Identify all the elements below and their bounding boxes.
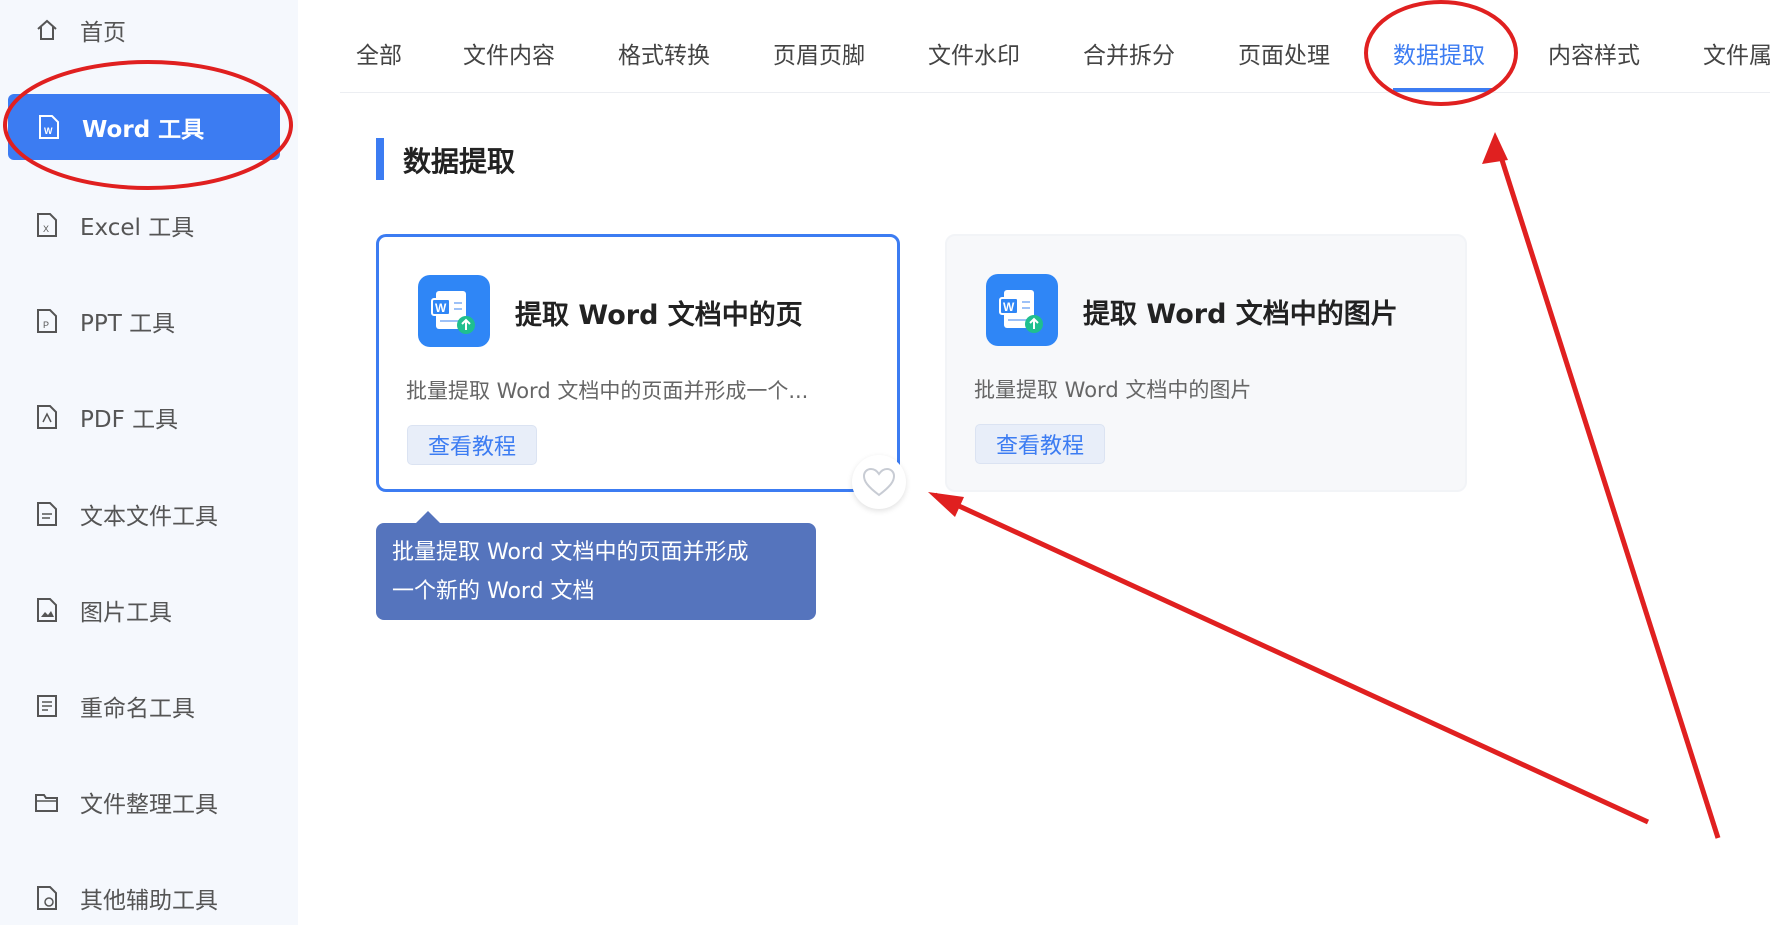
tab-file-content[interactable]: 文件内容 — [463, 36, 555, 70]
section-accent-bar — [376, 138, 384, 180]
tab-all[interactable]: 全部 — [356, 36, 402, 70]
svg-text:P: P — [43, 320, 49, 330]
sidebar-item-label: PPT 工具 — [80, 311, 176, 337]
sidebar-item-organize[interactable]: 文件整理工具 — [34, 782, 218, 822]
svg-text:W: W — [435, 301, 447, 315]
sidebar-item-ppt[interactable]: P PPT 工具 — [34, 301, 175, 341]
card-description: 批量提取 Word 文档中的图片 — [974, 378, 1252, 402]
card-description: 批量提取 Word 文档中的页面并形成一个... — [406, 379, 809, 403]
annotation-arrow-line — [933, 492, 1650, 825]
section-title: 数据提取 — [403, 145, 516, 178]
tooltip-line: 一个新的 Word 文档 — [392, 579, 595, 604]
tab-merge-split[interactable]: 合并拆分 — [1083, 36, 1175, 70]
image-file-icon — [34, 597, 60, 623]
svg-text:W: W — [44, 126, 53, 136]
sidebar: 首页 W Word 工具 X Excel 工具 P PPT 工具 PDF 工具 … — [0, 0, 298, 925]
view-tutorial-button[interactable]: 查看教程 — [407, 425, 537, 465]
tool-card-extract-pages[interactable]: W 提取 Word 文档中的页 批量提取 Word 文档中的页面并形成一个...… — [376, 234, 900, 492]
text-file-icon — [34, 501, 60, 527]
tab-content-style[interactable]: 内容样式 — [1548, 36, 1640, 70]
other-tools-icon — [34, 885, 60, 911]
tab-file-properties[interactable]: 文件属 — [1703, 36, 1770, 70]
home-icon — [34, 17, 60, 43]
word-extract-icon: W — [418, 275, 490, 347]
sidebar-item-label: PDF 工具 — [80, 407, 179, 433]
view-tutorial-button[interactable]: 查看教程 — [975, 424, 1105, 464]
svg-text:X: X — [43, 224, 49, 234]
tab-page-process[interactable]: 页面处理 — [1238, 36, 1330, 70]
favorite-heart-icon[interactable] — [852, 455, 906, 509]
sidebar-item-excel[interactable]: X Excel 工具 — [34, 205, 194, 245]
pdf-file-icon — [34, 404, 60, 430]
excel-file-icon: X — [34, 212, 60, 238]
sidebar-item-pdf[interactable]: PDF 工具 — [34, 397, 178, 437]
annotation-arrow-line — [1492, 137, 1721, 839]
tool-card-extract-images[interactable]: W 提取 Word 文档中的图片 批量提取 Word 文档中的图片 查看教程 — [945, 234, 1467, 492]
card-title: 提取 Word 文档中的页 — [515, 300, 803, 331]
sidebar-item-label: Word 工具 — [82, 117, 205, 143]
sidebar-item-label: 其他辅助工具 — [80, 888, 218, 914]
sidebar-item-home[interactable]: 首页 — [34, 10, 126, 50]
sidebar-item-other[interactable]: 其他辅助工具 — [34, 878, 218, 918]
sidebar-item-rename[interactable]: 重命名工具 — [34, 686, 195, 726]
rename-icon — [34, 693, 60, 719]
annotation-arrowhead — [928, 492, 964, 517]
active-tab-indicator — [1393, 88, 1493, 92]
svg-text:W: W — [1003, 300, 1015, 314]
tab-format-convert[interactable]: 格式转换 — [618, 36, 710, 70]
sidebar-item-label: 重命名工具 — [80, 696, 195, 722]
folder-icon — [34, 789, 60, 815]
sidebar-item-image[interactable]: 图片工具 — [34, 590, 172, 630]
ppt-file-icon: P — [34, 308, 60, 334]
sidebar-item-label: 首页 — [80, 20, 126, 46]
card-tooltip: 批量提取 Word 文档中的页面并形成 一个新的 Word 文档 — [376, 511, 816, 620]
sidebar-item-text[interactable]: 文本文件工具 — [34, 494, 218, 534]
sidebar-item-label: 图片工具 — [80, 600, 172, 626]
tab-watermark[interactable]: 文件水印 — [928, 36, 1020, 70]
sidebar-item-label: 文本文件工具 — [80, 504, 218, 530]
word-extract-icon: W — [986, 274, 1058, 346]
sidebar-item-word[interactable]: W Word 工具 — [8, 94, 280, 160]
annotation-arrowhead — [1482, 132, 1508, 164]
card-title: 提取 Word 文档中的图片 — [1083, 299, 1398, 330]
category-tabs: 全部 文件内容 格式转换 页眉页脚 文件水印 合并拆分 页面处理 数据提取 内容… — [340, 0, 1770, 93]
word-file-icon: W — [36, 114, 62, 140]
tooltip-line: 批量提取 Word 文档中的页面并形成 — [392, 540, 749, 565]
tab-header-footer[interactable]: 页眉页脚 — [773, 36, 865, 70]
sidebar-item-label: 文件整理工具 — [80, 792, 218, 818]
tab-data-extract[interactable]: 数据提取 — [1393, 36, 1485, 70]
sidebar-item-label: Excel 工具 — [80, 215, 195, 241]
